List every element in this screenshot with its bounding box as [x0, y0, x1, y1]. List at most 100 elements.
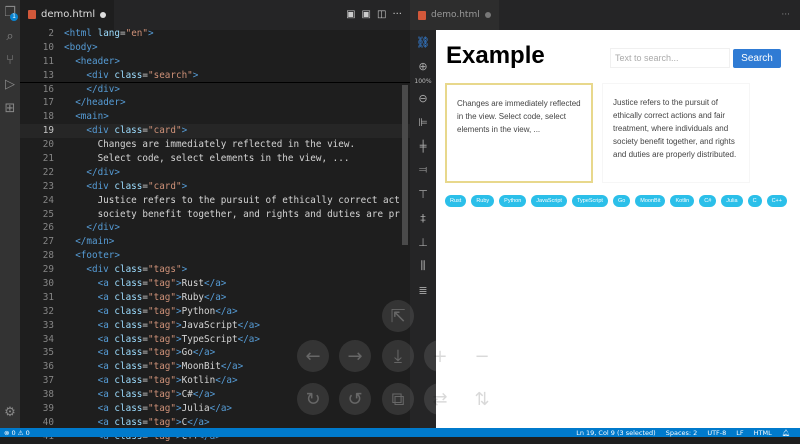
- forward-arrow-icon[interactable]: →: [339, 340, 371, 372]
- tag[interactable]: MoonBit: [635, 195, 666, 207]
- code-line[interactable]: 27 </main>: [20, 235, 410, 249]
- code-line[interactable]: 16 </div>: [20, 83, 410, 97]
- tag[interactable]: Rust: [445, 195, 467, 207]
- tag[interactable]: C: [747, 195, 762, 207]
- code-line[interactable]: 19 <div class="card">: [20, 124, 410, 139]
- tag[interactable]: JavaScript: [531, 195, 567, 207]
- minus-icon[interactable]: −: [466, 340, 498, 372]
- open-external-icon[interactable]: ⇱: [382, 300, 414, 332]
- indentation[interactable]: Spaces: 2: [666, 429, 698, 437]
- more-actions-icon[interactable]: ···: [781, 10, 800, 20]
- editor-tab[interactable]: demo.html: [20, 0, 115, 30]
- encoding[interactable]: UTF-8: [707, 429, 726, 437]
- code-line[interactable]: 24 Justice refers to the pursuit of ethi…: [20, 194, 410, 208]
- unsaved-dot-icon[interactable]: [484, 12, 491, 18]
- open-preview-icon[interactable]: ▣: [346, 9, 355, 20]
- align-middle-icon[interactable]: ‡: [410, 206, 436, 230]
- line-content: </main>: [75, 236, 115, 248]
- link-icon[interactable]: ⛓: [410, 30, 436, 54]
- tag[interactable]: TypeScript: [571, 195, 608, 207]
- distribute-vertical-icon[interactable]: ≣: [410, 278, 436, 302]
- code-line[interactable]: 26 </div>: [20, 221, 410, 235]
- code-line[interactable]: 29 <div class="tags">: [20, 263, 410, 277]
- explorer-icon[interactable]: ❐ 1: [0, 0, 20, 24]
- code-line[interactable]: 13 <div class="search">: [20, 69, 410, 83]
- line-content: Justice refers to the pursuit of ethical…: [97, 194, 400, 206]
- tag[interactable]: Ruby: [471, 195, 495, 207]
- swap-horizontal-icon[interactable]: ⇄: [424, 383, 456, 415]
- line-ending[interactable]: LF: [736, 429, 743, 437]
- code-line[interactable]: 11 <header>: [20, 55, 410, 69]
- preview-side-icon[interactable]: ▣: [362, 9, 371, 20]
- align-center-icon[interactable]: ╪: [410, 134, 436, 158]
- code-line[interactable]: 17 </header>: [20, 96, 410, 110]
- preview-tab[interactable]: demo.html: [410, 0, 499, 30]
- zoom-in-icon[interactable]: ⊕: [410, 54, 436, 78]
- code-line[interactable]: 30 <a class="tag">Rust</a>: [20, 277, 410, 291]
- code-line[interactable]: 33 <a class="tag">JavaScript</a>: [20, 319, 410, 333]
- line-content: <a class="tag">Ruby</a>: [97, 291, 227, 303]
- line-number: 19: [42, 125, 54, 137]
- line-number: 36: [42, 361, 54, 373]
- download-icon[interactable]: ⤓: [382, 340, 414, 372]
- align-left-icon[interactable]: ⊫: [410, 110, 436, 134]
- bell-icon[interactable]: 🔔︎: [782, 429, 790, 437]
- line-number: 18: [42, 111, 54, 123]
- redo-icon[interactable]: ↻: [297, 383, 329, 415]
- zoom-out-icon[interactable]: ⊖: [410, 86, 436, 110]
- line-content: </div>: [86, 222, 120, 234]
- search-input[interactable]: Text to search...: [610, 48, 730, 68]
- code-lines[interactable]: 2 <html lang="en"> 10 <body> 11 <header> 13 <…: [20, 27, 410, 444]
- back-arrow-icon[interactable]: ←: [297, 340, 329, 372]
- align-top-icon[interactable]: ⊤: [410, 182, 436, 206]
- align-right-icon[interactable]: ⫤: [410, 158, 436, 182]
- code-line[interactable]: 28 <footer>: [20, 249, 410, 263]
- code-line[interactable]: 31 <a class="tag">Ruby</a>: [20, 291, 410, 305]
- line-number: 35: [42, 347, 54, 359]
- code-line[interactable]: 25 society benefit together, and rights …: [20, 208, 410, 222]
- tag[interactable]: Kotlin: [670, 195, 695, 207]
- code-line[interactable]: 20 Changes are immediately reflected in …: [20, 138, 410, 152]
- undo-icon[interactable]: ↺: [339, 383, 371, 415]
- card[interactable]: Justice refers to the pursuit of ethical…: [602, 83, 750, 183]
- extensions-icon[interactable]: ⊞: [0, 96, 20, 120]
- tag[interactable]: Python: [499, 195, 527, 207]
- search-button[interactable]: Search: [733, 49, 781, 68]
- line-content: <a class="tag">Rust</a>: [97, 278, 227, 290]
- code-line[interactable]: 23 <div class="card">: [20, 180, 410, 194]
- warnings-count[interactable]: ⚠ 0: [18, 429, 30, 437]
- code-line[interactable]: 2 <html lang="en">: [20, 27, 410, 41]
- code-line[interactable]: 22 </div>: [20, 166, 410, 180]
- card-selected[interactable]: Changes are immediately reflected in the…: [445, 83, 593, 183]
- swap-vertical-icon[interactable]: ⇅: [466, 383, 498, 415]
- line-number: 32: [42, 305, 54, 317]
- source-control-icon[interactable]: ⑂: [0, 48, 20, 72]
- line-number: 21: [42, 153, 54, 165]
- unsaved-dot-icon[interactable]: [100, 11, 107, 18]
- split-editor-icon[interactable]: ◫: [377, 9, 386, 20]
- code-line[interactable]: 10 <body>: [20, 41, 410, 55]
- more-actions-icon[interactable]: ···: [392, 9, 402, 20]
- scrollbar[interactable]: [402, 85, 408, 245]
- line-number: 33: [42, 319, 54, 331]
- align-bottom-icon[interactable]: ⊥: [410, 230, 436, 254]
- plus-icon[interactable]: +: [424, 340, 456, 372]
- tag[interactable]: C#: [699, 195, 717, 207]
- code-line[interactable]: 32 <a class="tag">Python</a>: [20, 305, 410, 319]
- tag[interactable]: Julia: [721, 195, 743, 207]
- run-debug-icon[interactable]: ▷: [0, 72, 20, 96]
- search-icon[interactable]: ⌕: [0, 24, 20, 48]
- code-line[interactable]: 21 Select code, select elements in the v…: [20, 152, 410, 166]
- distribute-icon[interactable]: ⫼: [410, 254, 436, 278]
- line-content: <div class="tags">: [86, 264, 188, 276]
- tag[interactable]: Go: [612, 195, 631, 207]
- cursor-position[interactable]: Ln 19, Col 9 (3 selected): [576, 429, 656, 437]
- tag[interactable]: C++: [766, 195, 787, 207]
- line-content: <a class="tag">Python</a>: [97, 305, 238, 317]
- errors-count[interactable]: ⊗ 0: [4, 429, 16, 437]
- code-line[interactable]: 18 <main>: [20, 110, 410, 124]
- gear-icon[interactable]: ⚙: [0, 400, 20, 424]
- language-mode[interactable]: HTML: [754, 429, 772, 437]
- copy-icon[interactable]: ⧉: [382, 383, 414, 415]
- line-content: </div>: [86, 166, 120, 178]
